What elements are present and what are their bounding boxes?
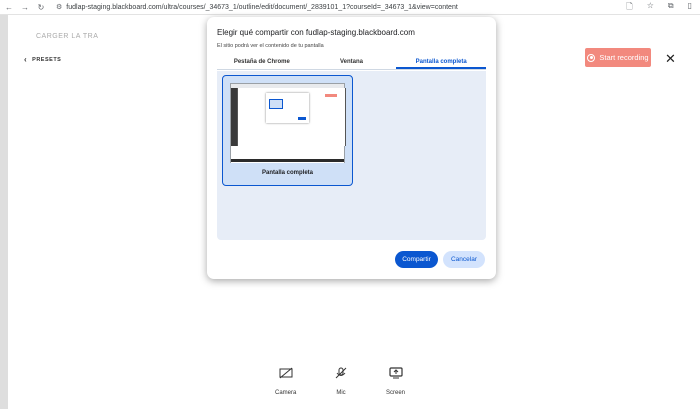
left-strip: [0, 15, 8, 409]
back-arrow-icon[interactable]: ←: [4, 3, 14, 12]
reload-icon[interactable]: ↻: [36, 3, 46, 12]
mic-toggle[interactable]: Mic: [334, 367, 348, 396]
forward-arrow-icon[interactable]: →: [20, 3, 30, 12]
record-icon: [587, 53, 596, 62]
tab-window[interactable]: Ventana: [307, 57, 397, 69]
screen-share-dialog: Elegir qué compartir con fudlap-staging.…: [207, 17, 496, 279]
tab-entire-screen[interactable]: Pantalla completa: [396, 57, 487, 69]
entire-screen-source-tile[interactable]: Pantalla completa: [222, 75, 353, 186]
screen-toggle[interactable]: Screen: [386, 367, 405, 396]
bookmark-star-icon[interactable]: ☆: [647, 1, 654, 15]
close-icon[interactable]: ✕: [665, 51, 676, 67]
chevron-left-icon: ‹: [24, 55, 28, 64]
page-icon[interactable]: 🗋: [626, 1, 632, 15]
camera-label: Camera: [275, 390, 297, 396]
camera-off-icon: [279, 367, 293, 379]
dialog-subtitle: El sitio podrá ver el contenido de tu pa…: [217, 43, 324, 49]
address-bar[interactable]: fudlap-staging.blackboard.com/ultra/cour…: [66, 4, 458, 11]
screen-label: Screen: [386, 390, 406, 396]
screen-share-icon: [388, 367, 403, 379]
screen-preview-thumbnail: [230, 83, 346, 163]
cancel-button[interactable]: Cancelar: [443, 251, 485, 268]
tab-chrome-tab[interactable]: Pestaña de Chrome: [217, 57, 307, 69]
camera-toggle[interactable]: Camera: [275, 367, 296, 396]
mic-off-icon: [335, 367, 347, 379]
presets-label: PRESETS: [32, 56, 62, 63]
extensions-icon[interactable]: ⧉: [668, 1, 674, 15]
dialog-title: Elegir qué compartir con fudlap-staging.…: [217, 28, 415, 37]
share-source-tabs: Pestaña de Chrome Ventana Pantalla compl…: [217, 57, 487, 70]
recording-controls: Camera Mic Screen: [0, 367, 700, 407]
faded-page-title: CARGER LA TRA: [36, 33, 99, 40]
side-panel-icon[interactable]: ▯: [688, 1, 692, 15]
share-button[interactable]: Compartir: [395, 251, 438, 268]
start-recording-label: Start recording: [599, 53, 649, 62]
site-info-icon[interactable]: ⚙: [56, 3, 62, 11]
source-list-panel: Pantalla completa: [217, 71, 486, 240]
start-recording-button[interactable]: Start recording: [585, 48, 651, 67]
presets-link[interactable]: ‹ PRESETS: [24, 55, 61, 64]
browser-toolbar: ← → ↻ ⚙ fudlap-staging.blackboard.com/ul…: [0, 0, 700, 15]
source-tile-label: Pantalla completa: [261, 170, 314, 176]
mic-label: Mic: [336, 390, 346, 396]
